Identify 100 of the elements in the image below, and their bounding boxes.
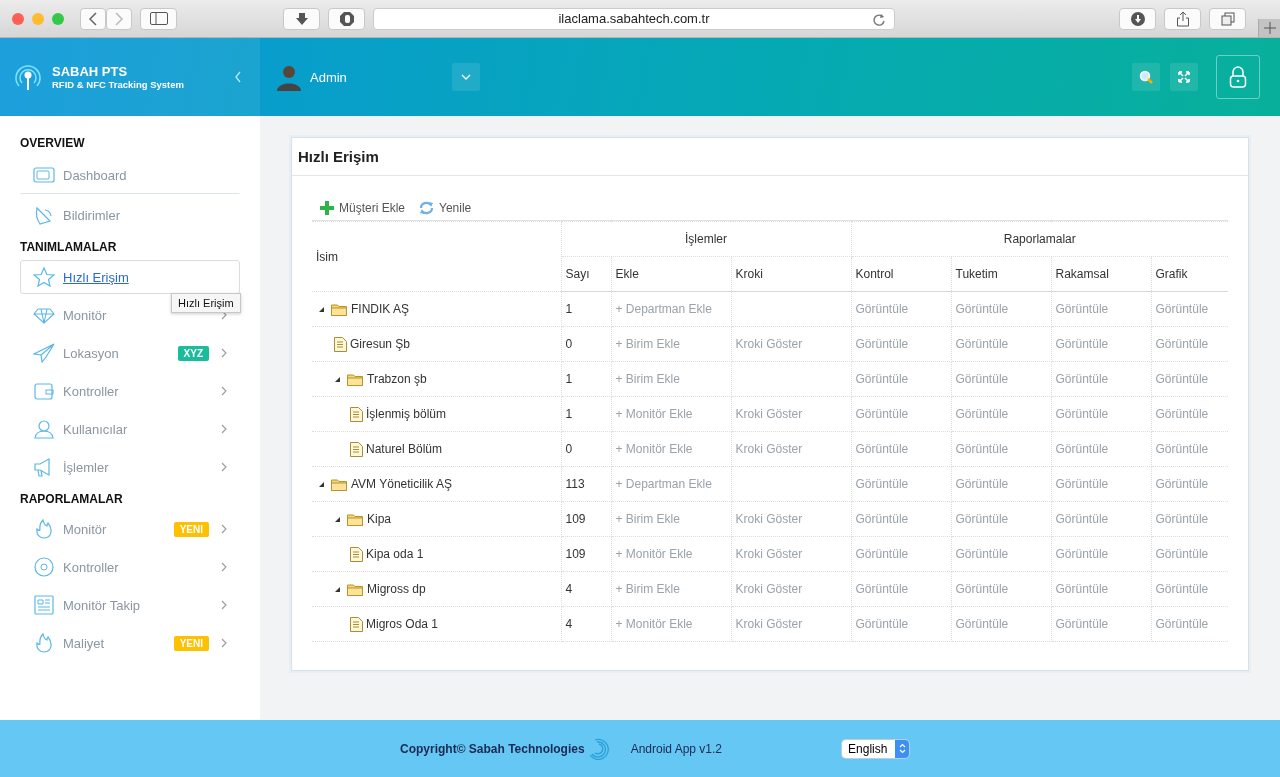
document-icon — [350, 546, 363, 562]
column-header: Tuketim — [951, 256, 1051, 292]
sidebar-toggle-button[interactable] — [140, 7, 177, 30]
table-cell: 0 — [565, 442, 573, 456]
newspaper-icon — [33, 595, 55, 615]
lock-button[interactable] — [1216, 55, 1260, 99]
close-icon[interactable] — [12, 12, 24, 25]
column-header: Kontrol — [851, 256, 951, 292]
tooltip: Hızlı Erişim — [171, 293, 241, 313]
share-icon — [1175, 10, 1190, 27]
tabs-icon — [1220, 11, 1235, 26]
nav-link[interactable]: Kullanıcılar — [63, 421, 128, 437]
fullscreen-button[interactable] — [1170, 63, 1198, 91]
tree-node-label[interactable]: Giresun Şb — [350, 337, 411, 351]
search-icon — [1139, 70, 1153, 84]
tree-node-label[interactable]: Kipa oda 1 — [366, 547, 424, 561]
expand-arrows-icon — [1178, 71, 1190, 83]
download-arrow-button[interactable] — [283, 7, 320, 30]
tree-node-label[interactable]: Trabzon şb — [367, 372, 427, 386]
back-button[interactable] — [80, 7, 106, 30]
flame-icon — [33, 633, 55, 653]
table-cell: 113 — [565, 477, 585, 491]
minimize-icon[interactable] — [32, 12, 44, 25]
nav-link[interactable]: Kontroller — [63, 559, 119, 575]
new-tab-button[interactable] — [1258, 19, 1280, 37]
table-cell: 109 — [565, 547, 586, 561]
nav-link[interactable]: Hızlı Erişim — [63, 269, 129, 285]
section-heading: RAPORLAMALAR — [20, 491, 124, 508]
flame-icon — [33, 519, 55, 539]
plus-icon — [1263, 22, 1276, 34]
chevron-left-icon[interactable] — [234, 71, 242, 83]
nav-link[interactable]: Monitör — [63, 521, 107, 537]
column-group-header: İşlemler — [561, 221, 851, 257]
tree-node-label[interactable]: FINDIK AŞ — [351, 302, 409, 316]
expand-triangle-icon[interactable] — [334, 515, 341, 523]
table-cell: 1 — [565, 407, 573, 421]
section-heading: TANIMLAMALAR — [20, 239, 118, 256]
nav-badge: XYZ — [177, 345, 209, 361]
star-icon — [33, 267, 55, 287]
address-bar[interactable]: ilaclama.sabahtech.com.tr — [373, 7, 895, 30]
download-icon — [1130, 11, 1145, 26]
reload-icon[interactable] — [872, 12, 886, 27]
folder-icon — [331, 477, 348, 491]
section-heading: OVERVIEW — [20, 135, 86, 152]
nav-link[interactable]: Maliyet — [63, 635, 105, 651]
folder-icon — [331, 302, 348, 316]
document-icon — [350, 406, 363, 422]
column-header: Ekle — [611, 256, 731, 292]
app-version-text: Android App v1.2 — [630, 741, 723, 756]
table-cell: 0 — [565, 337, 573, 351]
nav-badge: YENI — [173, 635, 209, 651]
refresh-icon — [419, 201, 435, 215]
nav-link[interactable]: Dashboard — [63, 167, 127, 183]
add-customer-link[interactable]: Müşteri Ekle — [320, 201, 406, 215]
tree-node-label[interactable]: Migros Oda 1 — [366, 617, 439, 631]
share-button[interactable] — [1164, 7, 1201, 30]
downloads-button[interactable] — [1119, 7, 1156, 30]
user-name: Admin — [310, 69, 347, 85]
table-cell: 4 — [565, 582, 573, 596]
panel-title: Hızlı Erişim — [292, 138, 1248, 176]
nav-link[interactable]: Lokasyon — [63, 345, 119, 361]
nav-link[interactable]: Monitör Takip — [63, 597, 141, 613]
expand-triangle-icon[interactable] — [318, 480, 325, 488]
up-down-arrows-icon — [898, 743, 906, 754]
plane-icon — [33, 343, 55, 363]
tabs-button[interactable] — [1209, 7, 1246, 30]
sidebar-icon — [149, 12, 168, 25]
column-header: İsim — [312, 221, 561, 292]
document-icon — [334, 336, 347, 352]
hand-stop-button[interactable] — [328, 7, 365, 30]
tree-node-label[interactable]: İşlenmiş bölüm — [366, 407, 447, 421]
octagon-icon — [338, 10, 355, 27]
user-dropdown-button[interactable] — [451, 63, 480, 91]
disc-icon — [33, 557, 55, 577]
nav-link[interactable]: İşlemler — [63, 459, 109, 475]
column-group-header: Raporlamalar — [851, 221, 1228, 257]
column-header: Sayı — [561, 256, 611, 292]
expand-triangle-icon[interactable] — [334, 585, 341, 593]
expand-triangle-icon[interactable] — [318, 305, 325, 313]
document-icon — [350, 441, 363, 457]
tree-node-label[interactable]: Naturel Bölüm — [366, 442, 443, 456]
brand-title: SABAH PTS — [52, 64, 129, 79]
zoom-icon[interactable] — [52, 12, 64, 25]
search-button[interactable] — [1132, 63, 1160, 91]
language-select[interactable]: English — [842, 739, 910, 758]
folder-icon — [347, 582, 364, 596]
tree-node-label[interactable]: Migross dp — [367, 582, 426, 596]
column-header: Rakamsal — [1051, 256, 1151, 292]
tree-node-label[interactable]: Kipa — [367, 512, 392, 526]
forward-button[interactable] — [106, 7, 132, 30]
nav-link[interactable]: Kontroller — [63, 383, 119, 399]
tree-node-label[interactable]: AVM Yöneticilik AŞ — [351, 477, 452, 491]
nav-link[interactable]: Monitör — [63, 307, 107, 323]
expand-triangle-icon[interactable] — [334, 375, 341, 383]
lock-icon — [1229, 66, 1247, 88]
nav-link[interactable]: Bildirimler — [63, 207, 121, 223]
chevron-down-icon — [460, 74, 471, 80]
refresh-link[interactable]: Yenile — [419, 201, 472, 215]
table-cell: 1 — [565, 302, 573, 316]
avatar-icon — [276, 63, 302, 91]
